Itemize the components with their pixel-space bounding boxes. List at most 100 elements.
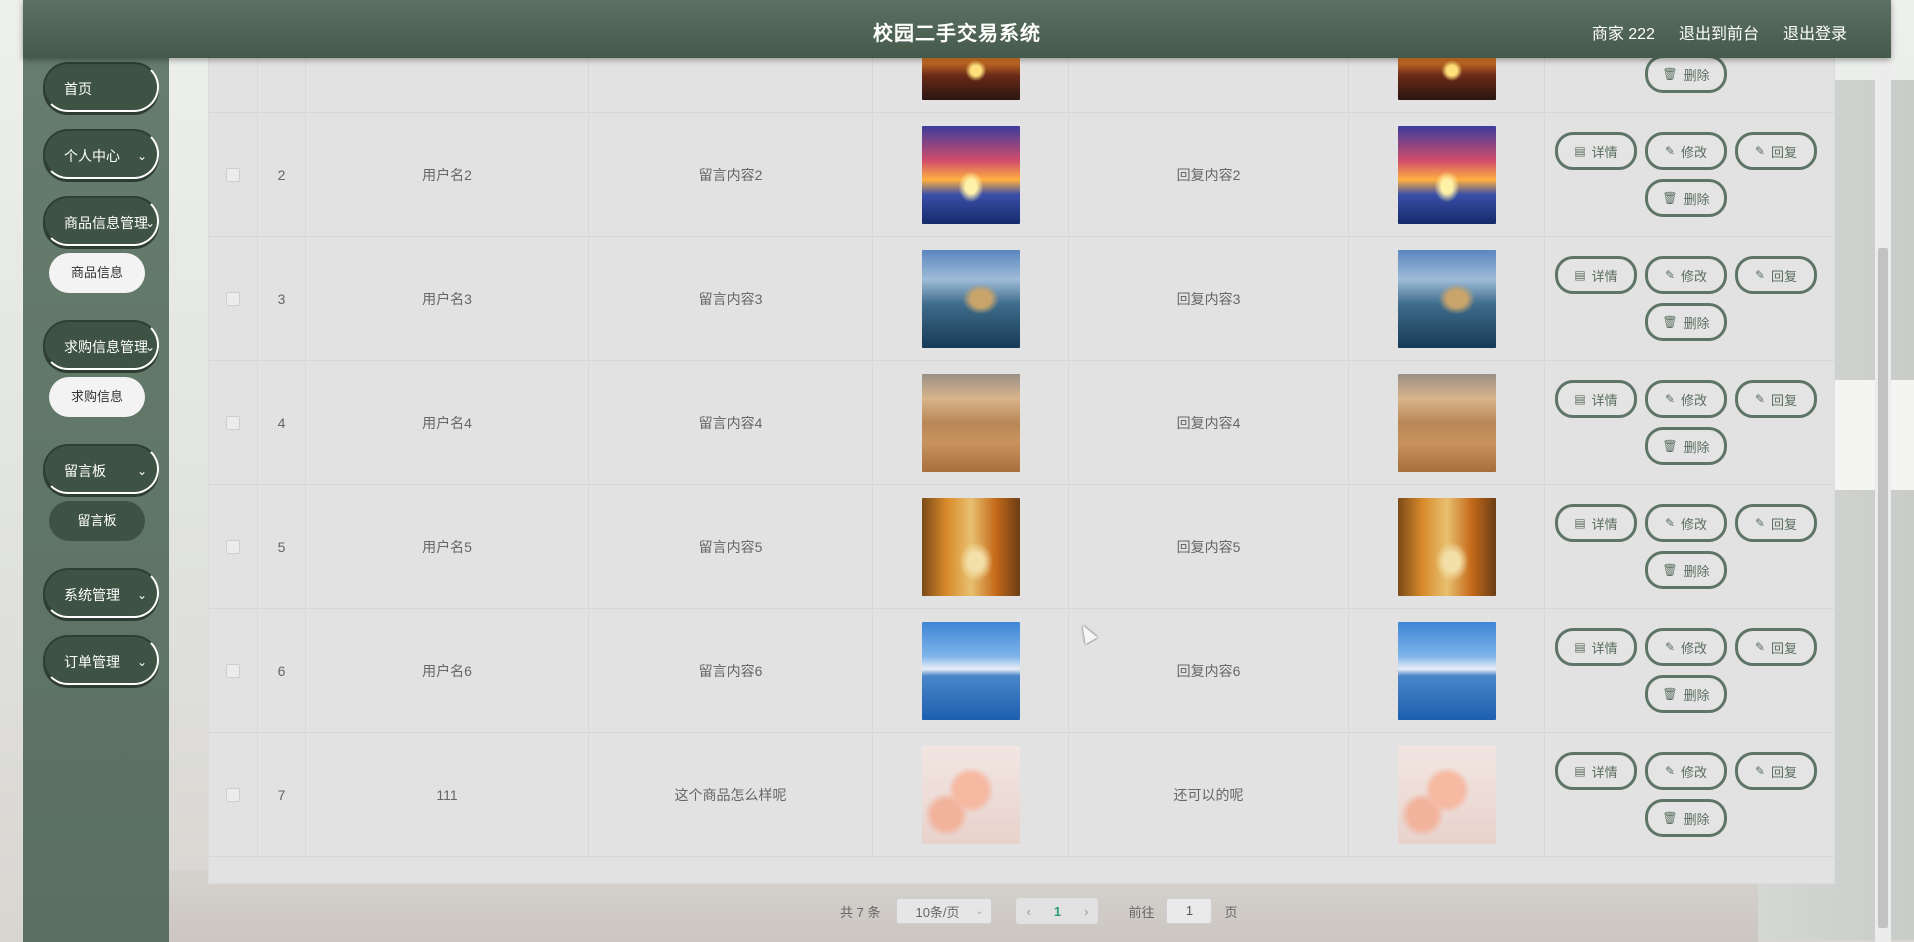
message-image[interactable] — [921, 745, 1020, 844]
delete-button[interactable]: 🗑 删除 — [1645, 427, 1727, 465]
detail-button[interactable]: ▤ 详情 — [1555, 504, 1637, 542]
edit-button[interactable]: ✎ 修改 — [1645, 752, 1727, 790]
pagination: 共 7 条 10条/页 ⌄ ‹ 1 › 前往 1 页 — [840, 897, 1238, 925]
edit-button[interactable]: ✎ 修改 — [1645, 380, 1727, 418]
sidebar-subitem-message-board[interactable]: 留言板 — [49, 501, 145, 541]
current-user-label: 商家 222 — [1591, 26, 1655, 43]
goto-page-input[interactable]: 1 — [1166, 898, 1213, 924]
edit-button[interactable]: ✎ 修改 — [1645, 628, 1727, 666]
next-page-icon[interactable]: › — [1084, 904, 1088, 919]
row-message: 留言内容2 — [589, 113, 873, 236]
sidebar-item-order-management[interactable]: 订单管理 ⌄ — [43, 635, 159, 685]
sidebar-item-system-management[interactable]: 系统管理 ⌄ — [43, 568, 159, 618]
message-image[interactable] — [921, 373, 1020, 472]
detail-button-label: 详情 — [1591, 764, 1618, 780]
pencil-icon: ✎ — [1754, 516, 1766, 530]
row-username: 用户名2 — [306, 113, 589, 236]
row-checkbox[interactable] — [226, 291, 240, 306]
sidebar-item-wanted-management[interactable]: 求购信息管理 ⌄ — [43, 320, 159, 370]
detail-button-label: 详情 — [1591, 392, 1618, 408]
row-index: 2 — [258, 113, 306, 236]
prev-page-icon[interactable]: ‹ — [1026, 904, 1030, 919]
detail-button[interactable]: ▤ 详情 — [1555, 380, 1637, 418]
chevron-down-icon: ⌄ — [975, 905, 984, 917]
reply-image[interactable] — [1397, 621, 1496, 720]
pencil-icon: ✎ — [1664, 764, 1676, 778]
reply-image[interactable] — [1397, 373, 1496, 472]
row-reply: 回复内容3 — [1069, 237, 1349, 360]
reply-button-label: 回复 — [1771, 640, 1798, 656]
table-row: 4 用户名4 留言内容4 回复内容4 ▤ 详情 ✎ 修改 ✎ 回复 🗑 删除 — [209, 361, 1834, 485]
delete-button[interactable]: 🗑 删除 — [1645, 303, 1727, 341]
page-size-select[interactable]: 10条/页 ⌄ — [896, 898, 993, 924]
document-icon: ▤ — [1574, 268, 1586, 282]
row-checkbox[interactable] — [226, 787, 240, 802]
message-image[interactable] — [921, 249, 1020, 348]
row-index: 7 — [258, 733, 306, 856]
row-checkbox[interactable] — [226, 415, 240, 430]
row-actions: ▤ 详情 ✎ 修改 ✎ 回复 🗑 删除 — [1545, 237, 1834, 360]
message-image[interactable] — [921, 497, 1020, 596]
delete-button[interactable]: 🗑 删除 — [1645, 55, 1727, 93]
back-to-front-link[interactable]: 退出到前台 — [1679, 20, 1759, 44]
reply-button[interactable]: ✎ 回复 — [1735, 628, 1817, 666]
edit-button[interactable]: ✎ 修改 — [1645, 132, 1727, 170]
sidebar-item-label: 订单管理 — [64, 654, 120, 670]
row-select-cell — [209, 237, 258, 360]
detail-button[interactable]: ▤ 详情 — [1555, 752, 1637, 790]
delete-button-label: 删除 — [1683, 439, 1710, 455]
sidebar-subitem-product-info[interactable]: 商品信息 — [49, 253, 145, 293]
reply-image[interactable] — [1397, 497, 1496, 596]
sidebar-item-home[interactable]: 首页 — [43, 62, 159, 112]
row-select-cell — [209, 733, 258, 856]
page-suffix-label: 页 — [1224, 904, 1238, 920]
edit-button-label: 修改 — [1681, 144, 1708, 160]
pencil-icon: ✎ — [1754, 640, 1766, 654]
row-username: 用户名6 — [306, 609, 589, 732]
reply-button[interactable]: ✎ 回复 — [1735, 132, 1817, 170]
delete-button-label: 删除 — [1683, 191, 1710, 207]
sidebar-item-product-management[interactable]: 商品信息管理 ⌄ — [43, 196, 159, 246]
top-header: 校园二手交易系统 商家 222 退出到前台 退出登录 — [23, 0, 1891, 58]
detail-button[interactable]: ▤ 详情 — [1555, 628, 1637, 666]
row-index: 5 — [258, 485, 306, 608]
table-row: 7 111 这个商品怎么样呢 还可以的呢 ▤ 详情 ✎ 修改 ✎ 回复 🗑 删除 — [209, 733, 1834, 857]
detail-button[interactable]: ▤ 详情 — [1555, 256, 1637, 294]
edit-button[interactable]: ✎ 修改 — [1645, 504, 1727, 542]
row-checkbox[interactable] — [226, 663, 240, 678]
delete-button[interactable]: 🗑 删除 — [1645, 675, 1727, 713]
row-username: 用户名5 — [306, 485, 589, 608]
trash-icon: 🗑 — [1662, 687, 1678, 701]
sidebar: 首页 个人中心 ⌄ 商品信息管理 ⌄ 商品信息 求购信息管理 ⌄ 求购信息 留言… — [23, 58, 169, 942]
delete-button[interactable]: 🗑 删除 — [1645, 179, 1727, 217]
scrollbar[interactable] — [1875, 58, 1891, 942]
trash-icon: 🗑 — [1662, 811, 1678, 825]
sidebar-item-message-board[interactable]: 留言板 ⌄ — [43, 444, 159, 494]
delete-button[interactable]: 🗑 删除 — [1645, 799, 1727, 837]
delete-button[interactable]: 🗑 删除 — [1645, 551, 1727, 589]
pencil-icon: ✎ — [1664, 268, 1676, 282]
logout-link[interactable]: 退出登录 — [1783, 20, 1847, 44]
sidebar-item-personal-center[interactable]: 个人中心 ⌄ — [43, 129, 159, 179]
row-message-image-cell — [873, 237, 1069, 360]
scrollbar-thumb[interactable] — [1878, 248, 1888, 928]
sidebar-subitem-wanted-info[interactable]: 求购信息 — [49, 377, 145, 417]
reply-button[interactable]: ✎ 回复 — [1735, 256, 1817, 294]
table-row: 5 用户名5 留言内容5 回复内容5 ▤ 详情 ✎ 修改 ✎ 回复 🗑 删除 — [209, 485, 1834, 609]
reply-button[interactable]: ✎ 回复 — [1735, 752, 1817, 790]
page-size-value: 10条/页 — [915, 904, 960, 920]
reply-image[interactable] — [1397, 249, 1496, 348]
reply-image[interactable] — [1397, 125, 1496, 224]
message-image[interactable] — [921, 125, 1020, 224]
reply-image[interactable] — [1397, 745, 1496, 844]
edit-button[interactable]: ✎ 修改 — [1645, 256, 1727, 294]
row-checkbox[interactable] — [226, 539, 240, 554]
page-number-current[interactable]: 1 — [1054, 904, 1061, 919]
reply-button[interactable]: ✎ 回复 — [1735, 504, 1817, 542]
reply-button[interactable]: ✎ 回复 — [1735, 380, 1817, 418]
row-checkbox[interactable] — [226, 167, 240, 182]
chevron-down-icon: ⌄ — [144, 216, 155, 230]
chevron-down-icon: ⌄ — [136, 588, 147, 602]
detail-button[interactable]: ▤ 详情 — [1555, 132, 1637, 170]
message-image[interactable] — [921, 621, 1020, 720]
